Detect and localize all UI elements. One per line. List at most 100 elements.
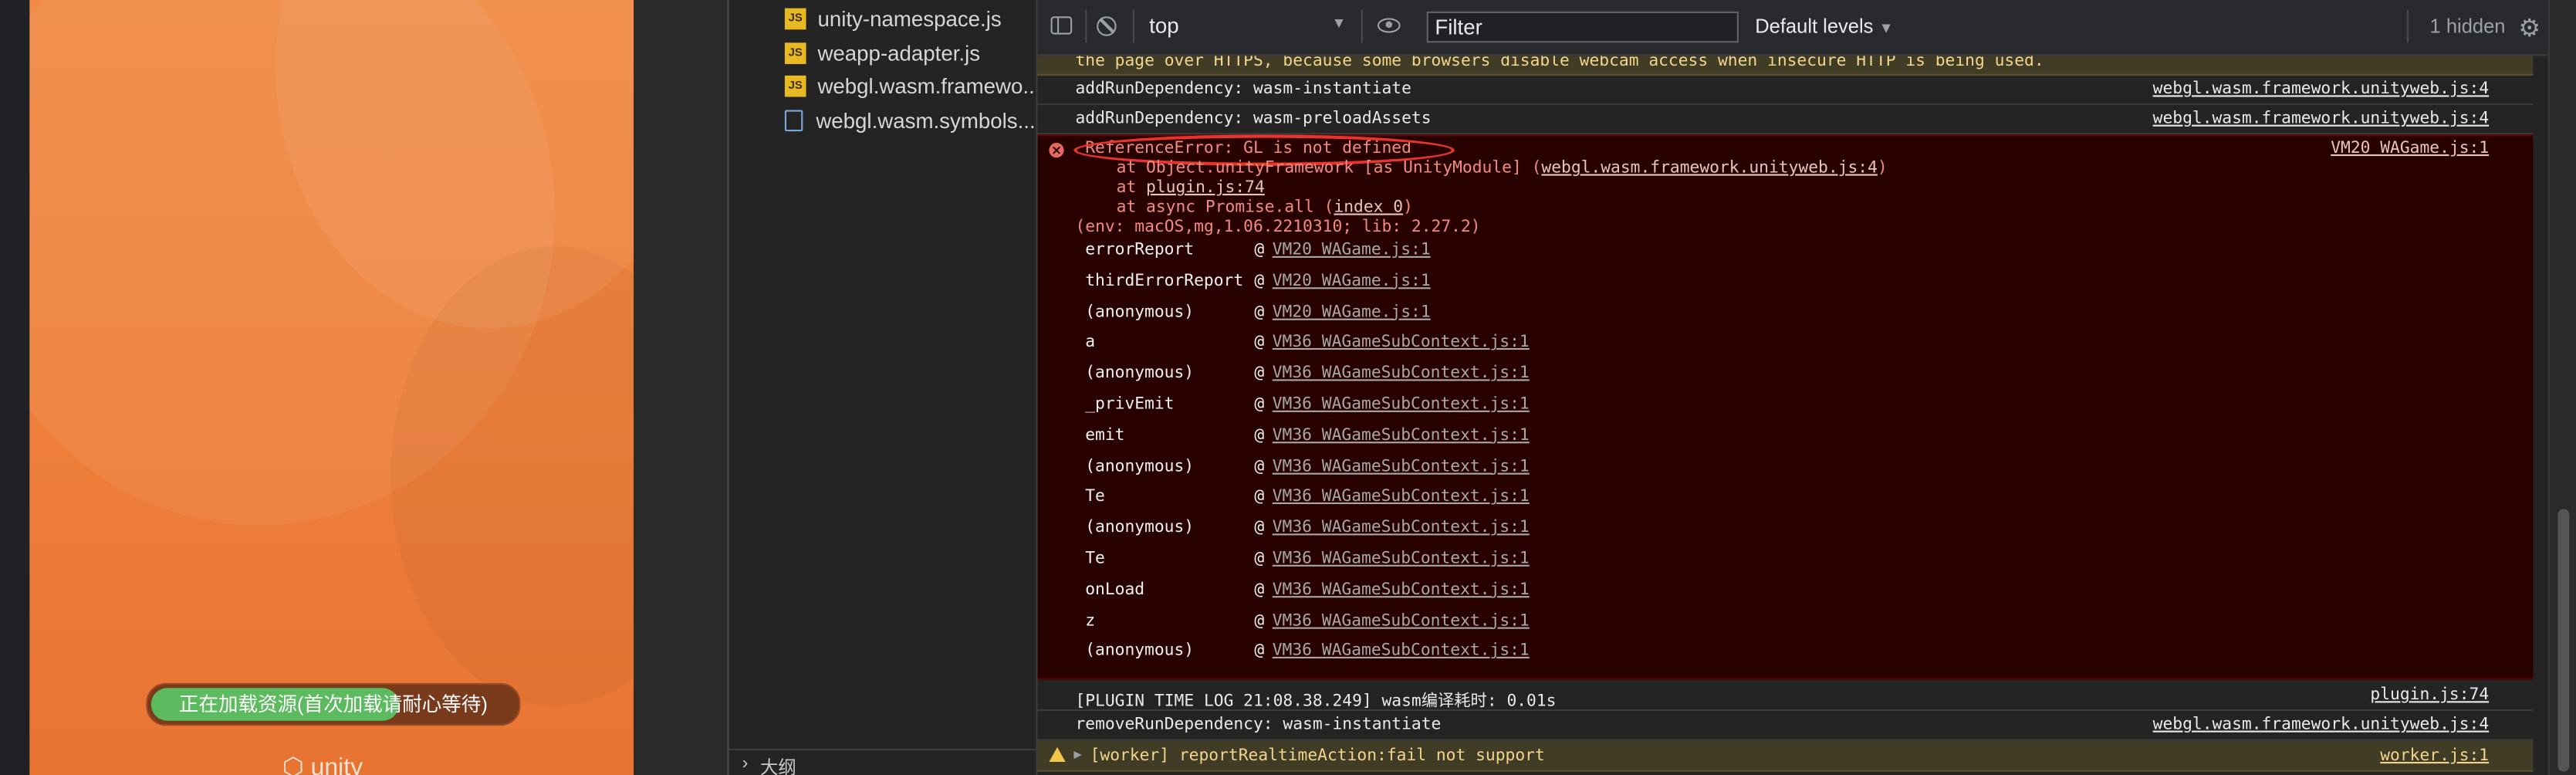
stack-location-link[interactable]: VM20 WAGame.js:1 [1273,242,1431,259]
unity-cube-icon: ⬡ [282,753,304,775]
clear-console-icon[interactable] [1097,16,1117,36]
log-levels-dropdown[interactable]: Default levels ▼ [1755,15,1893,38]
stack-at-symbol: @ [1254,488,1265,506]
stack-function-name: a [1085,333,1096,353]
log-levels-label: Default levels [1755,15,1874,38]
source-link[interactable]: worker.js:1 [2380,747,2489,765]
js-file-icon: JS [784,74,806,96]
filter-input[interactable] [1426,11,1739,43]
toolbar-divider [1132,9,1135,43]
stack-location-link[interactable]: VM36 WAGameSubContext.js:1 [1273,334,1530,352]
expand-caret-icon[interactable]: ▶ [1073,747,1081,762]
stack-link[interactable]: webgl.wasm.framework.unityweb.js:4 [1541,159,1877,177]
file-name: weapp-adapter.js [817,40,981,66]
stack-function-name: errorReport [1085,241,1195,260]
console-panel: top ▼ Default levels ▼ 1 hidden ⚙ the pa… [1037,0,2548,775]
stack-at-symbol: @ [1254,395,1265,415]
console-error-row: × ReferenceError: GL is not defined VM20… [1037,134,2534,680]
stack-location-link[interactable]: VM36 WAGameSubContext.js:1 [1273,519,1530,537]
error-stack-line: at plugin.js:74 [1117,179,1265,197]
stack-location-link[interactable]: VM36 WAGameSubContext.js:1 [1273,612,1530,630]
hidden-count[interactable]: 1 hidden [2430,15,2506,38]
source-link[interactable]: VM20 WAGame.js:1 [2331,140,2489,157]
stack-link[interactable]: index 0 [1334,198,1403,216]
context-label: top [1149,13,1179,38]
js-file-icon: JS [784,42,806,63]
file-item[interactable]: JS unity-namespace.js [784,2,1002,35]
stack-location-link[interactable]: VM36 WAGameSubContext.js:1 [1273,550,1530,568]
source-link[interactable]: webgl.wasm.framework.unityweb.js:4 [2153,80,2489,98]
stack-function-name: (anonymous) [1085,457,1195,475]
left-margin [0,0,30,775]
file-tree-panel: JS unity-namespace.js JS weapp-adapter.j… [729,0,1041,775]
warning-icon [1049,746,1066,762]
stack-text: at [1116,178,1147,198]
chevron-right-icon: › [742,753,749,773]
source-link[interactable]: webgl.wasm.framework.unityweb.js:4 [2153,110,2489,128]
stack-location-link[interactable]: VM36 WAGameSubContext.js:1 [1273,458,1530,475]
stack-at-symbol: @ [1254,241,1265,260]
outline-label: 大纲 [759,758,796,775]
context-selector[interactable]: top ▼ [1149,13,1346,41]
file-item[interactable]: JS webgl.wasm.framewo... [784,69,1041,102]
stack-at-symbol: @ [1254,364,1265,384]
console-log-row: [PLUGIN TIME LOG 21:08.38.249] wasm编译耗时:… [1037,680,2534,712]
file-item[interactable]: webgl.wasm.symbols.... [784,103,1041,137]
console-scrollbar[interactable] [2547,0,2576,775]
stack-text: ) [1403,198,1413,217]
eye-icon[interactable] [1377,18,1401,33]
stack-function-name: Te [1085,488,1105,506]
game-canvas[interactable]: 正在加载资源(首次加载请耐心等待) ⬡ unity [29,0,634,775]
scrollbar-thumb[interactable] [2557,509,2570,772]
js-file-icon: JS [784,7,806,29]
stack-location-link[interactable]: VM36 WAGameSubContext.js:1 [1273,581,1530,599]
stack-location-link[interactable]: VM36 WAGameSubContext.js:1 [1273,643,1530,661]
toolbar-divider [1361,9,1363,43]
stack-function-name: thirdErrorReport [1085,272,1244,291]
stack-at-symbol: @ [1254,611,1265,630]
stack-function-name: z [1085,611,1096,630]
stack-function-name: Te [1085,550,1105,568]
log-message: removeRunDependency: wasm-instantiate [1075,716,1442,734]
source-link[interactable]: webgl.wasm.framework.unityweb.js:4 [2153,716,2489,733]
outline-section[interactable]: › 大纲 [729,748,1038,775]
stack-location-link[interactable]: VM36 WAGameSubContext.js:1 [1273,427,1530,445]
stack-at-symbol: @ [1254,457,1265,475]
console-log-row: addRunDependency: wasm-instantiate webgl… [1037,76,2534,106]
error-stack-line: at async Promise.all (index 0) [1117,198,1413,216]
stack-at-symbol: @ [1254,580,1265,599]
settings-gear-icon[interactable]: ⚙ [2518,13,2541,42]
stack-location-link[interactable]: VM36 WAGameSubContext.js:1 [1273,396,1530,414]
stack-location-link[interactable]: VM20 WAGame.js:1 [1273,303,1431,321]
error-icon: × [1049,143,1064,158]
log-message: [PLUGIN TIME LOG 21:08.38.249] wasm编译耗时:… [1075,692,1557,712]
dropdown-arrow-icon: ▼ [1331,15,1347,32]
unity-logo-text: unity [310,753,363,775]
toolbar-divider [1085,9,1087,43]
stack-function-name: onLoad [1085,580,1145,599]
dropdown-arrow-icon: ▼ [1878,19,1894,36]
stack-location-link[interactable]: VM20 WAGame.js:1 [1273,272,1431,290]
stack-text: at Object.unityFramework [as UnityModule… [1116,159,1542,178]
console-warning-row: the page over HTTPS, because some browse… [1037,56,2534,76]
unity-logo: ⬡ unity [282,752,363,775]
stack-location-link[interactable]: VM36 WAGameSubContext.js:1 [1273,365,1530,383]
source-link[interactable]: plugin.js:74 [2370,686,2489,704]
console-warning-row: ▶ [worker] reportRealtimeAction:fail not… [1037,740,2534,772]
console-toolbar: top ▼ Default levels ▼ 1 hidden ⚙ [1037,0,2548,56]
error-env: (env: macOS,mg,1.06.2210310; lib: 2.27.2… [1075,218,1481,237]
stack-link[interactable]: plugin.js:74 [1146,179,1265,197]
stack-at-symbol: @ [1254,333,1265,353]
stack-at-symbol: @ [1254,303,1265,322]
file-name: webgl.wasm.framewo... [817,73,1041,98]
stack-at-symbol: @ [1254,550,1265,568]
file-item[interactable]: JS weapp-adapter.js [784,36,981,69]
warning-message: [worker] reportRealtimeAction:fail not s… [1090,746,1545,766]
stack-at-symbol: @ [1254,426,1265,445]
stack-location-link[interactable]: VM36 WAGameSubContext.js:1 [1273,489,1530,506]
file-name: unity-namespace.js [817,5,1002,31]
stack-at-symbol: @ [1254,272,1265,291]
sidebar-toggle-icon[interactable] [1050,16,1073,35]
stack-function-name: (anonymous) [1085,642,1195,661]
stack-text: at async Promise.all ( [1116,198,1334,217]
